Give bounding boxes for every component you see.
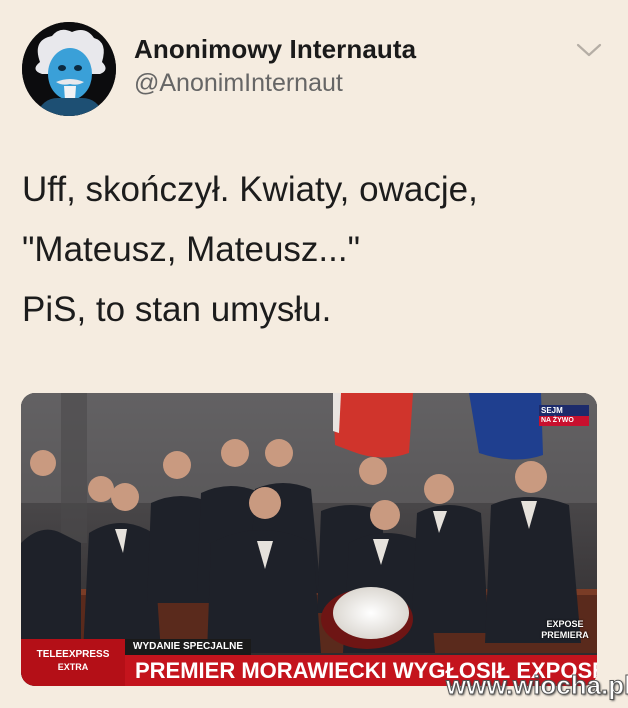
tweet-text-line: Uff, skończył. Kwiaty, owacje, xyxy=(22,170,478,209)
tweet-media-image[interactable]: SEJM NA ŻYWO EXPOSE PREMIERA TELEEXPRESS… xyxy=(21,393,597,686)
chevron-down-icon[interactable] xyxy=(574,40,604,60)
user-handle[interactable]: @AnonimInternaut xyxy=(134,66,416,100)
author-info[interactable]: Anonimowy Internauta @AnonimInternaut xyxy=(134,32,416,100)
flower-bouquet xyxy=(333,587,409,639)
sejm-live-badge: SEJM NA ŻYWO xyxy=(539,405,589,426)
polish-flag xyxy=(333,393,413,458)
program-name: TELEEXPRESS xyxy=(36,649,110,660)
expose-badge-line: EXPOSE xyxy=(546,619,584,629)
tweet-text: Uff, skończył. Kwiaty, owacje, "Mateusz,… xyxy=(22,160,612,340)
watermark: www.wiocha.pl xyxy=(445,670,628,701)
channel-name: SEJM xyxy=(539,405,589,416)
expose-badge: EXPOSE PREMIERA xyxy=(535,619,595,641)
special-edition-tag: WYDANIE SPECJALNE xyxy=(125,639,252,655)
display-name[interactable]: Anonimowy Internauta xyxy=(134,32,416,66)
eu-flag xyxy=(469,393,543,460)
live-status: NA ŻYWO xyxy=(539,416,589,426)
avatar[interactable] xyxy=(22,22,116,116)
tweet-text-line: PiS, to stan umysłu. xyxy=(22,290,332,329)
program-logo: TELEEXPRESS EXTRA xyxy=(21,639,125,686)
tweet-text-line: "Mateusz, Mateusz..." xyxy=(22,230,361,269)
einstein-tongue-avatar-icon xyxy=(22,22,116,116)
program-subname: EXTRA xyxy=(57,662,89,672)
